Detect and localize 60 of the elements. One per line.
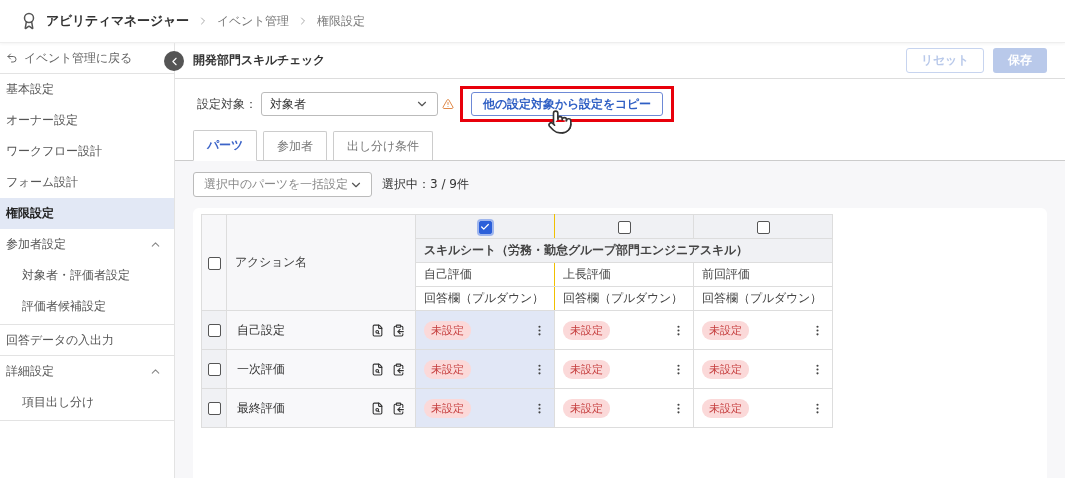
tab[interactable]: 参加者 <box>263 131 327 160</box>
status-badge: 未設定 <box>702 320 749 340</box>
sidebar-item[interactable]: 基本設定 <box>0 74 174 105</box>
sidebar-item[interactable]: 対象者・評価者設定 <box>0 260 174 291</box>
status-badge: 未設定 <box>563 359 610 379</box>
page-title: 開発部門スキルチェック <box>193 52 325 69</box>
hand-cursor-icon <box>547 109 573 135</box>
checkbox[interactable] <box>207 256 221 270</box>
tab[interactable]: 出し分け条件 <box>333 131 433 160</box>
selection-count: 選択中：3 / 9件 <box>382 176 469 193</box>
sidebar-item[interactable]: 権限設定 <box>0 198 174 229</box>
status-badge: 未設定 <box>424 320 471 340</box>
action-name: 自己設定 <box>237 321 285 339</box>
sidebar-item[interactable]: 回答データの入出力 <box>0 325 174 356</box>
column-header: 上長評価 <box>554 262 694 287</box>
column-header: 前回評価 <box>693 262 833 287</box>
back-link[interactable]: イベント管理に戻る <box>6 49 132 67</box>
copy-icon[interactable] <box>392 362 405 376</box>
copy-settings-button[interactable]: 他の設定対象から設定をコピー <box>471 92 663 116</box>
checkbox[interactable] <box>617 220 631 234</box>
status-badge: 未設定 <box>702 398 749 418</box>
target-select[interactable]: 対象者 <box>261 92 438 116</box>
field-label: 設定対象： <box>197 95 257 113</box>
column-header: 自己評価 <box>415 262 555 287</box>
breadcrumb-link[interactable]: 権限設定 <box>317 12 365 30</box>
group-header: スキルシート（労務・勤怠グループ部門エンジニアスキル） <box>415 238 833 263</box>
column-subheader: 回答欄（プルダウン） <box>415 286 555 311</box>
checkbox[interactable] <box>207 363 221 376</box>
sidebar-item[interactable]: フォーム設計 <box>0 167 174 198</box>
preview-icon[interactable] <box>371 323 384 337</box>
action-name: 一次評価 <box>237 360 285 378</box>
sidebar-group[interactable]: 参加者設定 <box>0 229 174 260</box>
checkbox[interactable] <box>756 220 770 234</box>
copy-icon[interactable] <box>392 401 405 415</box>
sidebar-group[interactable]: 詳細設定 <box>0 356 174 387</box>
checkbox[interactable] <box>478 220 492 234</box>
column-header: アクション名 <box>226 214 416 311</box>
status-badge: 未設定 <box>424 359 471 379</box>
sidebar-item[interactable]: オーナー設定 <box>0 105 174 136</box>
bulk-setting-select[interactable]: 選択中のパーツを一括設定 <box>193 172 372 197</box>
status-badge: 未設定 <box>563 320 610 340</box>
sidebar-item[interactable]: 項目出し分け <box>0 387 174 418</box>
status-badge: 未設定 <box>424 398 471 418</box>
checkbox[interactable] <box>207 324 221 337</box>
preview-icon[interactable] <box>371 401 384 415</box>
column-subheader: 回答欄（プルダウン） <box>554 286 694 311</box>
column-subheader: 回答欄（プルダウン） <box>693 286 833 311</box>
checkbox[interactable] <box>207 402 221 415</box>
undo-icon <box>6 52 18 64</box>
collapse-button[interactable] <box>164 51 184 71</box>
sidebar-item[interactable]: 評価者候補設定 <box>0 291 174 322</box>
app-name: アビリティマネージャー <box>46 12 189 30</box>
tab[interactable]: パーツ <box>193 130 257 161</box>
breadcrumb-link[interactable]: イベント管理 <box>217 12 289 30</box>
status-badge: 未設定 <box>702 359 749 379</box>
status-badge: 未設定 <box>563 398 610 418</box>
sidebar-item[interactable]: ワークフロー設計 <box>0 136 174 167</box>
copy-icon[interactable] <box>392 323 405 337</box>
preview-icon[interactable] <box>371 362 384 376</box>
action-name: 最終評価 <box>237 399 285 417</box>
